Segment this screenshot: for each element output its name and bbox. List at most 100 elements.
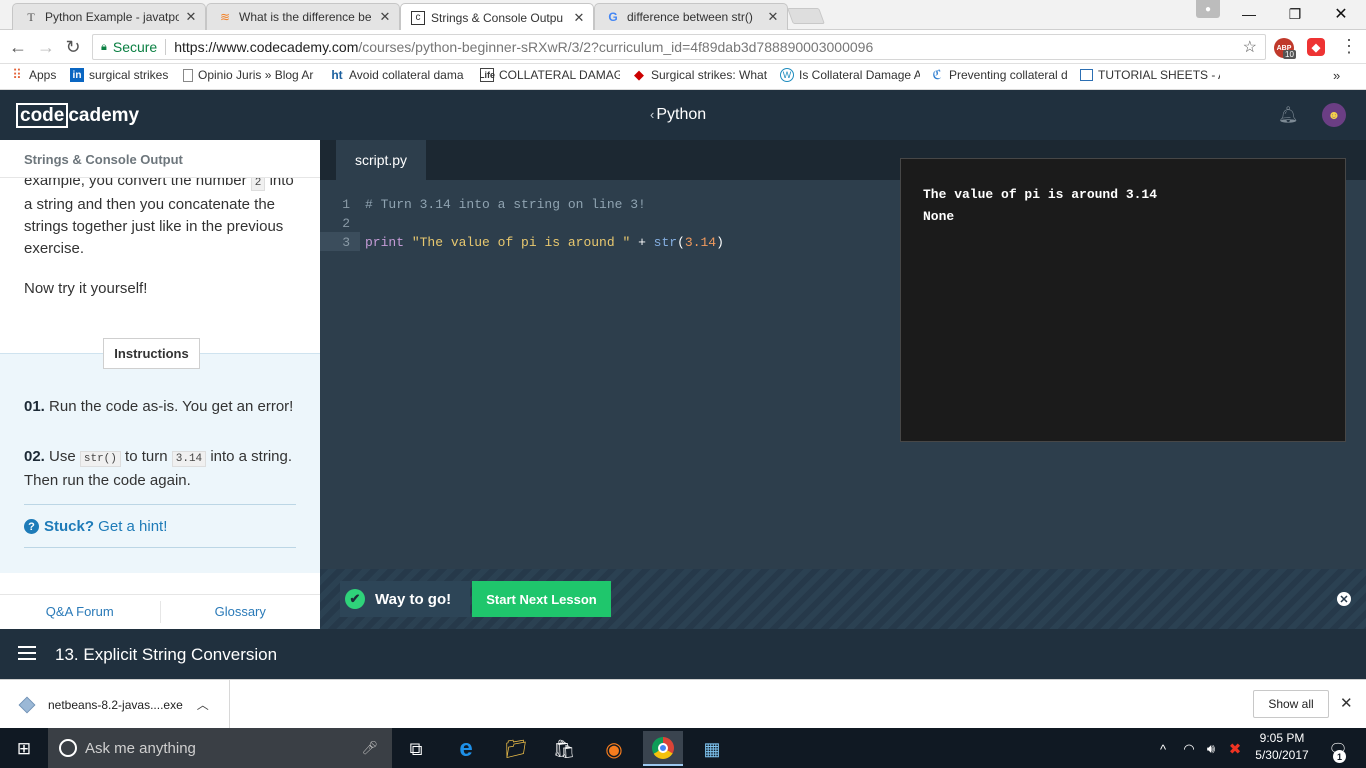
bookmark-avoid-collateral[interactable]: ht Avoid collateral dama	[330, 68, 468, 82]
file-explorer-icon[interactable]: 📁︎	[496, 733, 536, 765]
cortana-search-box[interactable]: Ask me anything 🎤︎	[48, 728, 392, 768]
restore-button[interactable]: ❐	[1272, 0, 1318, 28]
tab-what-is-difference[interactable]: ≋ What is the difference be ✕	[206, 3, 400, 30]
lesson-title[interactable]: 13. Explicit String Conversion	[55, 645, 277, 665]
download-item[interactable]: netbeans-8.2-javas....exe ︿	[0, 680, 230, 729]
bookmark-surgical-what[interactable]: ◆ Surgical strikes: What	[632, 68, 768, 82]
chevron-up-icon[interactable]: ︿	[197, 696, 209, 713]
task-view-icon[interactable]: ⧉	[396, 733, 436, 765]
lesson-navigation-bar: 13. Explicit String Conversion	[0, 629, 1366, 679]
qa-forum-link[interactable]: Q&A Forum	[0, 595, 160, 629]
tab-strings-console-output[interactable]: c Strings & Console Outpu ✕	[400, 3, 594, 31]
course-link[interactable]: ‹ Python	[650, 106, 706, 124]
avatar[interactable]: ☻	[1322, 103, 1346, 127]
bookmark-is-collateral-damage[interactable]: W Is Collateral Damage A	[780, 68, 920, 82]
instruction-step-1: 01. Run the code as-is. You get an error…	[24, 396, 300, 417]
notification-count-badge: 1	[1333, 750, 1346, 763]
close-tab-icon[interactable]: ✕	[571, 10, 587, 26]
chrome-menu-icon[interactable]: ⋮	[1340, 36, 1358, 57]
bookmark-surgical-strikes[interactable]: in surgical strikes	[70, 68, 174, 82]
ublock-shield-icon[interactable]: ◆	[1307, 38, 1325, 56]
bookmarks-overflow-button[interactable]: »	[1333, 68, 1340, 83]
close-icon[interactable]: ✕	[1337, 592, 1351, 606]
wifi-icon[interactable]: ◠	[1178, 733, 1200, 765]
secure-label: Secure	[112, 39, 158, 55]
bookmark-preventing-collateral[interactable]: ℭ Preventing collateral d	[930, 68, 1072, 82]
google-favicon-icon: G	[608, 10, 618, 24]
line-number: 3	[342, 235, 350, 250]
lesson-text: example, you convert the number 2 into a…	[24, 170, 300, 300]
bookmark-opinio-juris[interactable]: Opinio Juris » Blog Ar	[183, 68, 319, 82]
bookmark-apps[interactable]: ⠿ Apps	[10, 68, 62, 82]
glossary-link[interactable]: Glossary	[161, 595, 321, 629]
minimize-button[interactable]: —	[1226, 0, 1272, 28]
lesson-section-title: Strings & Console Output	[0, 140, 320, 178]
life-icon: Life	[480, 68, 496, 82]
file-tab-script-py[interactable]: script.py	[336, 140, 426, 180]
tab-python-example[interactable]: T Python Example - javatpo ✕	[12, 3, 206, 30]
search-placeholder: Ask me anything	[85, 739, 196, 757]
code-line-3[interactable]: print "The value of pi is around " + str…	[365, 235, 724, 250]
close-tab-icon[interactable]: ✕	[183, 9, 199, 25]
stackoverflow-favicon-icon: ≋	[219, 10, 231, 24]
control-panel-icon[interactable]: ▦	[692, 733, 732, 765]
menu-icon[interactable]	[18, 646, 36, 660]
get-hint-link[interactable]: ? Stuck? Get a hint!	[24, 518, 167, 535]
codecademy-header: code cademy ‹ Python 🔔︎ ☻	[0, 90, 1366, 140]
code-operator: +	[630, 235, 654, 250]
windows-start-icon[interactable]: ⊞	[4, 733, 44, 765]
user-profile-icon[interactable]: ●	[1196, 0, 1220, 18]
download-filename: netbeans-8.2-javas....exe	[48, 697, 183, 712]
start-next-lesson-button[interactable]: Start Next Lesson	[472, 581, 611, 617]
antivirus-icon[interactable]: ✖	[1224, 733, 1246, 765]
code-paren: )	[716, 235, 724, 250]
instructions-tab[interactable]: Instructions	[103, 338, 200, 369]
adblock-count-badge: 10	[1283, 50, 1296, 59]
hindustan-times-icon: ht	[331, 68, 343, 82]
address-bar[interactable]: 🔒︎ Secure https://www.codecademy.com /co…	[92, 34, 1266, 60]
lock-icon: 🔒︎	[101, 40, 107, 53]
step-number: 02.	[24, 448, 45, 465]
course-title: Python	[656, 106, 707, 123]
back-arrow-icon[interactable]: ←	[7, 36, 29, 58]
edge-browser-icon[interactable]: e	[446, 733, 486, 765]
show-all-downloads-button[interactable]: Show all	[1253, 690, 1329, 718]
close-tab-icon[interactable]: ✕	[765, 9, 781, 25]
codecademy-logo[interactable]: code cademy	[16, 102, 139, 129]
system-clock[interactable]: 9:05 PM 5/30/2017	[1251, 730, 1313, 764]
notification-bell-icon[interactable]: 🔔︎	[1278, 105, 1298, 125]
codecademy-favicon-icon: c	[411, 10, 425, 25]
reload-icon[interactable]: ↻	[62, 36, 84, 58]
store-icon[interactable]: 🛍︎	[544, 733, 584, 765]
divider	[165, 39, 167, 55]
volume-icon[interactable]: 🔊︎	[1200, 733, 1222, 765]
microphone-icon[interactable]: 🎤︎	[361, 740, 378, 756]
bookmark-star-icon[interactable]: ☆	[1243, 37, 1257, 57]
bookmark-label: surgical strikes	[89, 68, 169, 82]
code-function: str	[653, 235, 678, 250]
step-number: 01.	[24, 398, 45, 415]
url-host: https://www.codecademy.com	[174, 39, 359, 55]
code-line-1[interactable]: # Turn 3.14 into a string on line 3!	[365, 197, 646, 212]
bookmark-label: Is Collateral Damage A	[799, 68, 920, 82]
bookmark-tutorial-sheets[interactable]: TUTORIAL SHEETS - A	[1080, 68, 1220, 82]
code-keyword: print	[365, 235, 405, 250]
close-download-bar-icon[interactable]: ✕	[1340, 694, 1353, 712]
bookmark-collateral-damage[interactable]: Life COLLATERAL DAMAGE	[480, 68, 620, 82]
edge-style-icon: ℭ	[932, 68, 942, 82]
new-tab-button[interactable]	[787, 8, 825, 24]
lesson-paragraph: Now try it yourself!	[24, 280, 148, 297]
close-tab-icon[interactable]: ✕	[377, 9, 393, 25]
step-text: Use	[44, 448, 80, 465]
bookmark-label: Apps	[29, 68, 57, 82]
close-window-button[interactable]: ✕	[1318, 0, 1364, 28]
forward-arrow-icon[interactable]: →	[35, 36, 57, 58]
tab-label: Strings & Console Outpu	[431, 10, 564, 25]
chrome-icon[interactable]	[643, 731, 683, 766]
firefox-icon[interactable]: ◉	[594, 733, 634, 765]
chevron-up-icon[interactable]: ^	[1152, 733, 1174, 765]
secure-indicator[interactable]: 🔒︎ Secure	[93, 39, 157, 55]
step-text: to turn	[120, 448, 172, 465]
tab-difference-between-str[interactable]: G difference between str() ✕	[594, 3, 788, 30]
clock-date: 5/30/2017	[1255, 748, 1309, 762]
